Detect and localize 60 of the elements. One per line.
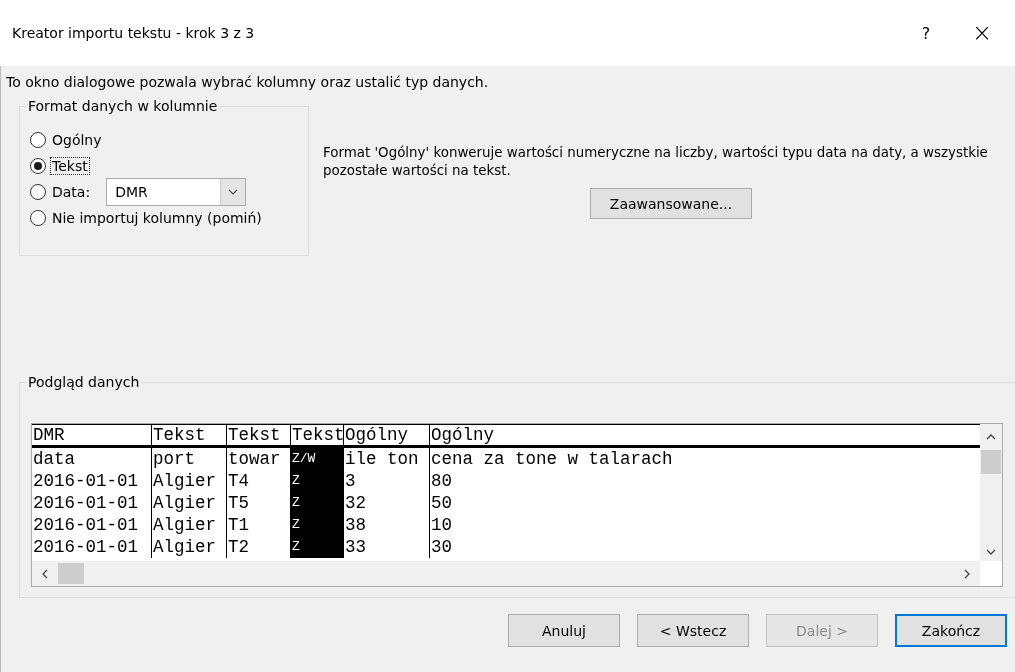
help-button[interactable]: ?	[903, 13, 949, 53]
table-cell-text: 10	[430, 514, 453, 536]
scroll-left-icon[interactable]	[42, 568, 48, 579]
table-cell-text: 50	[430, 492, 453, 514]
radio-label[interactable]: Nie importuj kolumny (pomiń)	[50, 209, 264, 227]
group-title: Format danych w kolumnie	[26, 97, 220, 115]
radio-button[interactable]	[30, 158, 46, 174]
radio-label[interactable]: Ogólny	[50, 131, 104, 149]
advanced-button[interactable]: Zaawansowane...	[590, 188, 752, 219]
radio-button[interactable]	[30, 184, 46, 200]
table-cell: 2016-01-01	[32, 536, 152, 558]
dialog-button[interactable]: Anuluj	[508, 614, 620, 647]
table-cell: Algier	[152, 536, 227, 558]
info-text: Format 'Ogólny' konweruje wartości numeryczne na liczby, wartości typu data na daty, a wszystkie pozostałe wartości na tekst.	[323, 144, 989, 180]
table-cell: Algier	[152, 492, 227, 514]
close-button[interactable]: ×	[959, 13, 1005, 53]
dialog-button[interactable]: Zakończ	[895, 614, 1007, 647]
chevron-down-icon	[228, 189, 239, 195]
table-cell: Z/W	[291, 448, 344, 470]
column-header[interactable]: Ogólny	[430, 425, 979, 445]
vertical-scrollbar[interactable]	[980, 424, 1002, 561]
radio-label[interactable]: Tekst	[50, 157, 90, 175]
table-cell: Z	[291, 470, 344, 492]
horizontal-scrollbar[interactable]	[32, 561, 980, 586]
table-cell: Z	[291, 536, 344, 558]
column-header[interactable]: Tekst	[291, 425, 344, 445]
radio-label[interactable]: Data:	[50, 183, 93, 201]
table-cell: ile ton	[344, 448, 430, 470]
table-cell-text: 80	[430, 470, 453, 492]
radio-button[interactable]	[30, 132, 46, 148]
group-title: Podgląd danych	[26, 373, 142, 391]
table-cell: data	[32, 448, 152, 470]
dialog-button[interactable]: < Wstecz	[637, 614, 749, 647]
window-title: Kreator importu tekstu - krok 3 z 3	[12, 25, 256, 41]
table-cell: 2016-01-01	[32, 492, 152, 514]
date-format-dropdown[interactable]: DMR	[106, 178, 247, 206]
table-cell: 38	[344, 514, 430, 536]
table-cell-text: cena za tone w talarach	[430, 448, 674, 470]
table-cell: port	[152, 448, 227, 470]
scroll-up-icon[interactable]	[986, 434, 996, 440]
table-cell: 3	[344, 470, 430, 492]
radio-button[interactable]	[30, 210, 46, 226]
scroll-thumb[interactable]	[58, 563, 84, 584]
table-cell: Z	[291, 492, 344, 514]
table-cell: 33	[344, 536, 430, 558]
table-cell: Algier	[152, 470, 227, 492]
description-text: To okno dialogowe pozwala wybrać kolumny oraz ustalić typ danych.	[6, 73, 490, 92]
table-cell-text: 30	[430, 536, 453, 558]
column-header[interactable]: Ogólny	[344, 425, 430, 445]
column-header[interactable]: Tekst	[227, 425, 291, 445]
scroll-down-icon[interactable]	[986, 549, 996, 555]
table-cell: Z	[291, 514, 344, 536]
table-cell: 2016-01-01	[32, 514, 152, 536]
scroll-right-icon[interactable]	[964, 568, 970, 579]
table-cell: Algier	[152, 514, 227, 536]
table-cell: 32	[344, 492, 430, 514]
table-cell: 2016-01-01	[32, 470, 152, 492]
column-header[interactable]: Tekst	[152, 425, 227, 445]
scroll-thumb[interactable]	[981, 450, 1001, 474]
column-header[interactable]: DMR	[32, 425, 152, 445]
